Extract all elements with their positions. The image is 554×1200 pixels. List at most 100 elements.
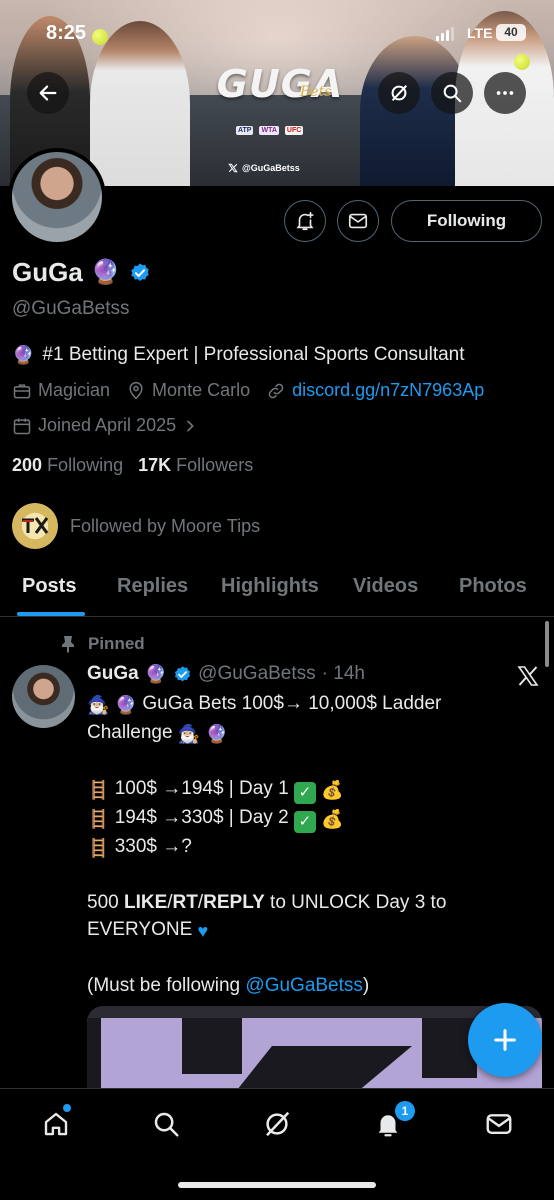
post-cta: 500 LIKE/RT/REPLY to UNLOCK Day 3 to [87,892,447,913]
message-button[interactable] [337,200,379,242]
tab-videos[interactable]: Videos [353,575,418,598]
more-button[interactable] [484,72,526,114]
pin-icon [62,636,74,653]
profile-meta-row: Magician Monte Carlo discord.gg/n7zN7963… [12,380,484,401]
verified-badge-icon [175,665,191,681]
status-time: 8:25 [46,22,87,44]
profile-name-row: GuGa 🔮 [12,257,151,288]
nav-messages[interactable] [482,1107,516,1141]
following-button[interactable]: Following [391,200,542,242]
envelope-icon [348,213,368,229]
more-icon [496,91,514,95]
post-header: GuGa 🔮 @GuGaBetss · 14h [87,663,365,685]
envelope-icon [486,1114,512,1134]
banner-handle: @GuGaBetss [228,163,300,173]
nav-search[interactable] [149,1107,183,1141]
grok-button[interactable] [378,72,420,114]
back-button[interactable] [27,72,69,114]
followed-by-row[interactable]: Followed by Moore Tips [12,503,260,549]
plus-icon [494,1029,516,1051]
post-day-3-text: 330$ →? [114,836,192,857]
mage-icon: 🧙🏼‍♂️ [87,695,110,715]
post-note: (Must be following @GuGaBetss) [87,972,517,999]
media-shape [87,1018,101,1090]
moore-tips-logo [22,517,49,534]
follower-avatar [12,503,58,549]
search-button[interactable] [431,72,473,114]
post-day-3: 🪜 330$ →? [87,833,517,862]
bell-plus-icon [296,211,314,231]
battery-icon: 40 [496,24,526,41]
note-suffix: ) [362,975,370,996]
cta-everyone: EVERYONE [87,919,193,940]
profile-bio: 🔮 #1 Betting Expert | Professional Sport… [12,344,465,366]
tab-highlights[interactable]: Highlights [221,575,319,598]
status-bar: 8:25 LTE 40 [0,18,554,48]
scrollbar[interactable] [545,621,549,667]
post-line-1-text: GuGa Bets 100$→ 10,000$ Ladder [142,693,442,714]
x-logo-icon [517,666,539,686]
followers-count: 17K [138,455,172,475]
cta-reply: REPLY [203,892,265,913]
nav-grok[interactable] [260,1107,294,1141]
money-bag-icon: 💰 [321,809,344,829]
profile-avatar[interactable] [8,148,106,246]
link-icon [268,383,284,398]
banner-badges: ATP WTA UFC [236,126,304,135]
post-author-name[interactable]: GuGa [87,663,139,685]
followed-by-text: Followed by Moore Tips [70,515,261,536]
media-shape [182,1018,242,1074]
ladder-icon: 🪜 [87,780,110,800]
location-pin-icon [129,381,143,400]
active-tab-indicator [17,612,85,616]
chevron-right-icon [187,420,194,431]
followers-count-link[interactable]: 17K Followers [138,455,253,475]
follow-counts: 200 Following 17K Followers [12,455,253,476]
wta-badge: WTA [259,126,279,135]
verified-badge-icon[interactable] [129,262,151,284]
nav-home[interactable] [39,1107,73,1141]
post-line-2: Challenge 🧙🏼‍♂️ 🔮 [87,719,517,748]
followers-label: Followers [176,455,254,475]
banner-logo: GUGA [216,62,344,106]
arrow-left-icon [39,85,57,101]
ladder-icon: 🪜 [87,809,110,829]
home-icon [44,1112,68,1136]
post-mention[interactable]: @GuGaBetss [245,975,363,996]
profile-link[interactable]: discord.gg/n7zN7963Ap [292,380,484,401]
compose-button[interactable] [468,1003,542,1077]
post-body[interactable]: 🧙🏼‍♂️ 🔮 GuGa Bets 100$→ 10,000$ Ladder C… [87,690,517,999]
check-mark-icon: ✓ [293,811,316,833]
cta-count: 500 [87,892,119,913]
joined-row[interactable]: Joined April 2025 [12,415,198,436]
tab-replies[interactable]: Replies [117,575,188,598]
following-count-link[interactable]: 200 Following [12,455,123,475]
notify-button[interactable] [284,200,326,242]
post-author-avatar[interactable] [12,665,75,728]
grok-icon [391,84,408,102]
cta-rt: RT [172,892,198,913]
post-line-1: 🧙🏼‍♂️ 🔮 GuGa Bets 100$→ 10,000$ Ladder [87,690,517,719]
tab-posts[interactable]: Posts [22,575,76,598]
crystal-ball-icon: 🔮 [144,663,168,684]
network-label: LTE [467,25,493,41]
profile-handle: @GuGaBetss [12,298,130,319]
tab-photos[interactable]: Photos [459,575,527,598]
check-mark-icon: ✓ [293,782,316,804]
profile-tabs: Posts Replies Highlights Videos Photos [0,560,554,617]
crystal-ball-icon: 🔮 [90,259,121,286]
post-line-2-text: Challenge [87,722,173,743]
crystal-ball-icon: 🔮 [114,695,138,715]
x-logo-icon [228,163,238,173]
atp-badge: ATP [236,126,254,135]
money-bag-icon: 💰 [321,780,344,800]
following-count: 200 [12,455,43,475]
home-indicator[interactable] [178,1182,376,1188]
ufc-badge: UFC [284,126,304,135]
following-label: Following [47,455,124,475]
post-time: · 14h [321,663,365,684]
pinned-label: Pinned [60,634,145,654]
grok-icon [266,1111,290,1137]
post-day-1-text: 100$ →194$ | Day 1 [114,778,289,799]
mage-icon: 🧙🏼‍♂️ [177,724,201,744]
